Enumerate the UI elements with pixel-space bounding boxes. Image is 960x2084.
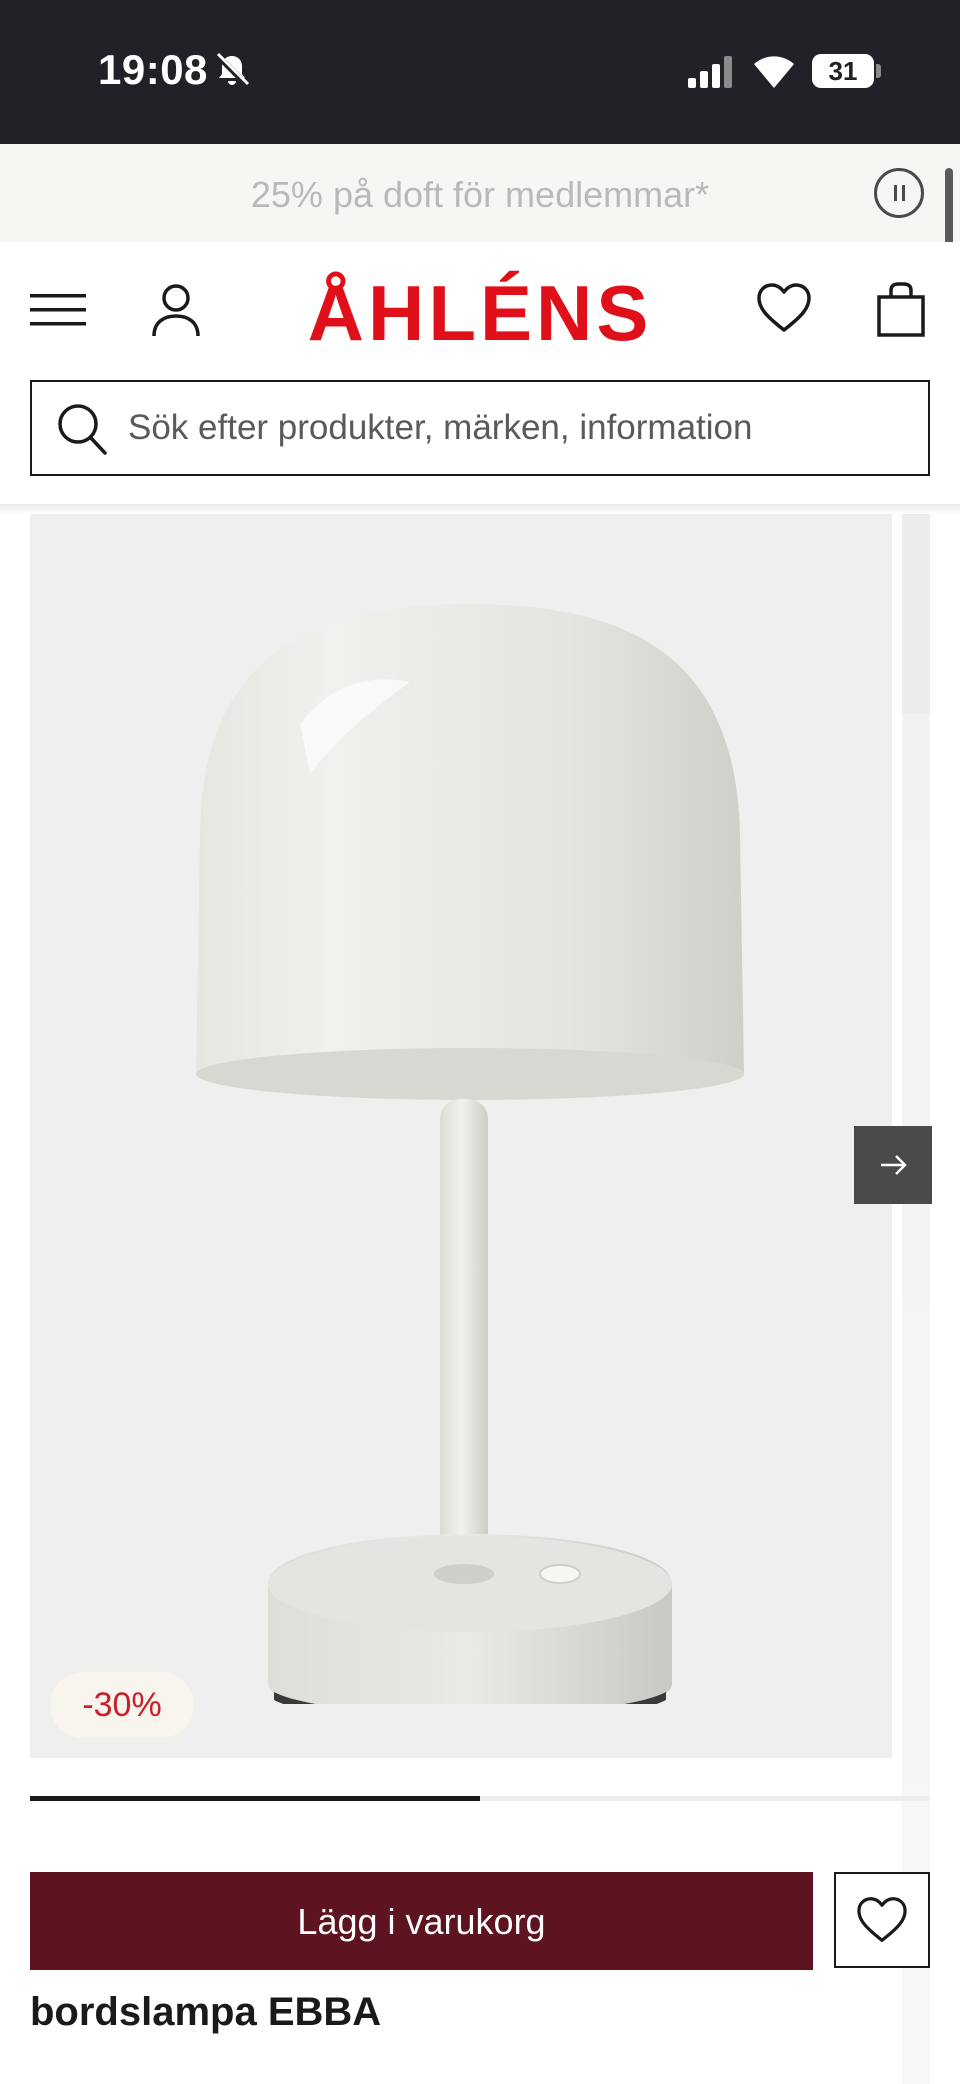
image-progress xyxy=(30,1796,930,1801)
account-icon[interactable] xyxy=(150,282,202,338)
search-bar[interactable] xyxy=(30,380,930,476)
battery-icon: 31 xyxy=(812,54,874,88)
header-shadow xyxy=(0,504,960,514)
lamp-image xyxy=(196,604,744,1704)
promo-text: 25% på doft för medlemmar* xyxy=(250,174,710,215)
add-to-cart-button[interactable]: Lägg i varukorg xyxy=(30,1872,813,1970)
search-icon xyxy=(58,404,107,455)
bag-icon[interactable] xyxy=(876,282,926,338)
product-image[interactable] xyxy=(30,514,892,1758)
ahlens-logo[interactable]: ÅHLÉNS xyxy=(300,268,660,358)
image-progress-fill xyxy=(30,1796,480,1801)
arrow-right-icon xyxy=(881,1155,907,1175)
heart-icon[interactable] xyxy=(756,282,812,334)
status-bar: 19:08 31 xyxy=(0,0,960,144)
next-image-button[interactable] xyxy=(854,1126,932,1204)
signal-icon xyxy=(688,56,732,88)
heart-icon xyxy=(857,1897,907,1942)
product-title: bordslampa EBBA xyxy=(30,1990,382,2034)
wifi-icon xyxy=(754,56,794,88)
promo-banner[interactable]: 25% på doft för medlemmar* xyxy=(0,144,960,242)
wishlist-button[interactable] xyxy=(834,1872,930,1968)
search-input[interactable] xyxy=(128,382,918,474)
status-time: 19:08 xyxy=(98,46,208,93)
menu-icon[interactable] xyxy=(30,292,86,328)
bell-off-icon xyxy=(214,52,250,88)
pause-button[interactable] xyxy=(874,168,924,218)
discount-badge: -30% xyxy=(50,1672,194,1738)
battery-tip xyxy=(876,64,881,78)
